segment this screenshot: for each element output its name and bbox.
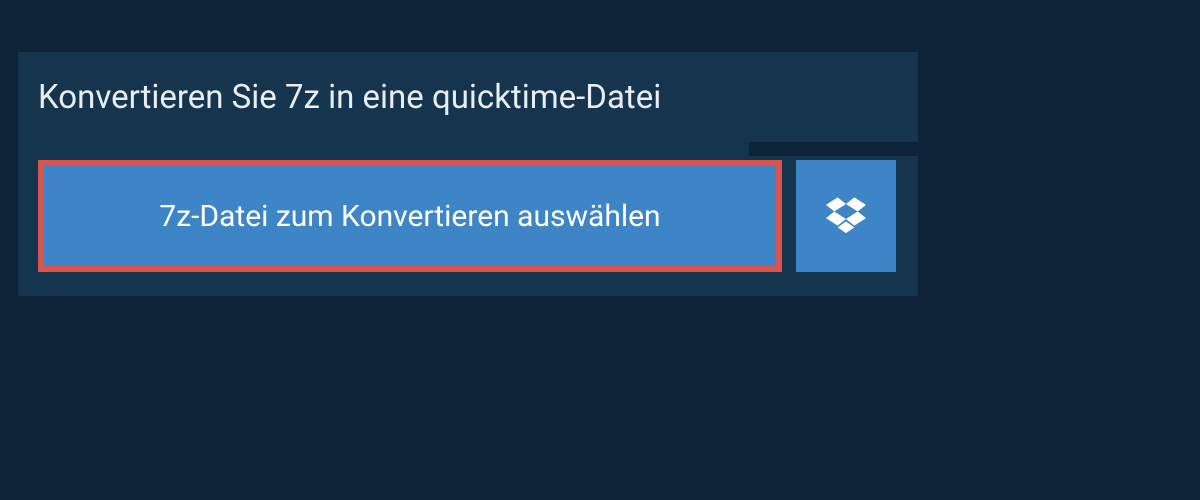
select-file-button[interactable]: 7z-Datei zum Konvertieren auswählen [38, 160, 782, 272]
dropbox-icon [826, 194, 866, 238]
page-title: Konvertieren Sie 7z in eine quicktime-Da… [38, 78, 661, 117]
button-row: 7z-Datei zum Konvertieren auswählen [18, 142, 918, 296]
converter-panel: Konvertieren Sie 7z in eine quicktime-Da… [18, 52, 918, 296]
select-file-label: 7z-Datei zum Konvertieren auswählen [159, 199, 660, 234]
heading-bar: Konvertieren Sie 7z in eine quicktime-Da… [18, 52, 918, 142]
dropbox-button[interactable] [796, 160, 896, 272]
notch-decoration [749, 142, 919, 156]
